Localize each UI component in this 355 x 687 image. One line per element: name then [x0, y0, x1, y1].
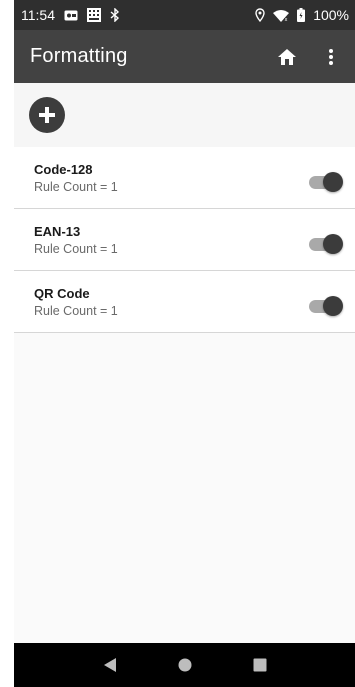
system-nav-bar [14, 643, 355, 687]
location-icon [255, 8, 265, 22]
enable-toggle[interactable] [309, 296, 343, 318]
back-icon[interactable] [95, 650, 125, 680]
battery-icon [297, 8, 306, 22]
list-item[interactable]: EAN-13 Rule Count = 1 [14, 209, 355, 271]
page-title: Formatting [30, 45, 128, 67]
svg-text:x: x [285, 17, 288, 22]
list-item-title: QR Code [34, 286, 90, 301]
app-bar: Formatting [14, 30, 355, 83]
status-right: x 100% [255, 7, 349, 23]
status-bar: 11:54 x 100% [14, 0, 355, 30]
list-item-title: EAN-13 [34, 224, 81, 239]
battery-percent: 100% [313, 7, 349, 23]
home-circle-icon[interactable] [170, 650, 200, 680]
list-item-subtitle: Rule Count = 1 [34, 304, 118, 318]
list-item-title: Code-128 [34, 162, 93, 177]
list-item[interactable]: QR Code Rule Count = 1 [14, 271, 355, 333]
status-time: 11:54 [21, 7, 55, 23]
status-left: 11:54 [21, 7, 120, 23]
toggle-thumb [323, 172, 343, 192]
list-item[interactable]: Code-128 Rule Count = 1 [14, 147, 355, 209]
recents-icon[interactable] [245, 650, 275, 680]
notification-card-icon [64, 10, 78, 21]
app-bar-actions [275, 45, 343, 69]
enable-toggle[interactable] [309, 172, 343, 194]
add-rule-button[interactable] [29, 97, 65, 133]
toggle-thumb [323, 296, 343, 316]
home-icon[interactable] [275, 45, 299, 69]
list-item-subtitle: Rule Count = 1 [34, 180, 118, 194]
bluetooth-icon [110, 8, 120, 22]
toggle-thumb [323, 234, 343, 254]
enable-toggle[interactable] [309, 234, 343, 256]
empty-content-area [14, 333, 355, 643]
list-item-subtitle: Rule Count = 1 [34, 242, 118, 256]
more-vert-icon[interactable] [319, 45, 343, 69]
formatting-list: Code-128 Rule Count = 1 EAN-13 Rule Coun… [14, 147, 355, 333]
keyboard-icon [87, 8, 101, 22]
add-area [14, 83, 355, 147]
wifi-icon: x [273, 9, 290, 22]
add-circle-icon [39, 107, 55, 123]
device-screen: 11:54 x 100% Formatting Code-128 Rule Co… [14, 0, 355, 687]
